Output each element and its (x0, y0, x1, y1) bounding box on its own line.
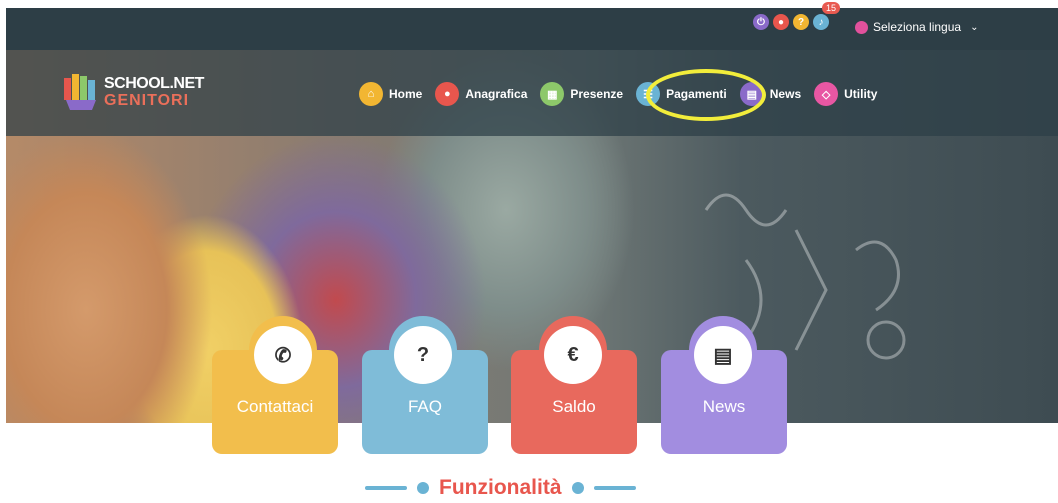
language-label: Seleziona lingua (873, 20, 962, 34)
main-nav: ⌂ Home ● Anagrafica ▦ Presenze ☰ Pagamen… (359, 81, 890, 107)
nav-presenze-label: Presenze (570, 87, 624, 101)
nav-anagrafica-label: Anagrafica (465, 87, 528, 101)
calendar-icon: ▦ (540, 82, 565, 106)
question-icon: ? (394, 326, 452, 384)
power-icon[interactable]: ⏻ (753, 14, 769, 30)
card-faq-label: FAQ (407, 397, 442, 416)
logo[interactable]: SCHOOL.NET GENITORI (62, 72, 204, 112)
card-contattaci-label: Contattaci (236, 397, 314, 416)
chevron-down-icon: ⌄ (970, 21, 979, 33)
nav-utility[interactable]: ◇ Utility (814, 81, 877, 107)
help-icon[interactable]: ? (793, 14, 809, 30)
phone-icon: ✆ (254, 326, 312, 384)
hand-logo-icon (64, 74, 96, 110)
divider-left (365, 486, 407, 490)
divider-right (593, 486, 636, 490)
logo-title: SCHOOL.NET (104, 74, 204, 92)
globe-icon (855, 20, 868, 34)
language-selector[interactable]: Seleziona lingua ⌄ (855, 20, 978, 34)
nav-utility-label: Utility (844, 87, 878, 101)
section-title: Funzionalità (439, 476, 562, 499)
nav-news-label: News (769, 87, 802, 101)
highlight-annotation (646, 69, 766, 121)
euro-icon: € (544, 326, 602, 384)
section-heading: Funzionalità (365, 476, 636, 500)
user-icon[interactable]: ● (773, 14, 789, 30)
card-saldo-label: Saldo (552, 397, 596, 416)
nav-presenze[interactable]: ▦ Presenze (540, 81, 623, 107)
nav-home-label: Home (389, 87, 423, 101)
logo-subtitle: GENITORI (104, 91, 190, 109)
divider-dot-left (417, 482, 429, 494)
home-icon: ⌂ (359, 82, 383, 106)
notifications-icon[interactable]: ♪ (813, 14, 829, 30)
code-icon: ◇ (814, 82, 839, 106)
user-icon: ● (435, 82, 460, 106)
top-strip (0, 0, 1058, 8)
divider-dot-right (571, 482, 584, 494)
nav-anagrafica[interactable]: ● Anagrafica (435, 81, 527, 107)
top-icons: ⏻ ● ? ♪ (753, 14, 829, 30)
nav-home[interactable]: ⌂ Home (359, 81, 422, 107)
card-news-label: News (702, 397, 746, 416)
newspaper-icon: ▤ (694, 326, 752, 384)
notification-badge: 15 (822, 2, 841, 14)
